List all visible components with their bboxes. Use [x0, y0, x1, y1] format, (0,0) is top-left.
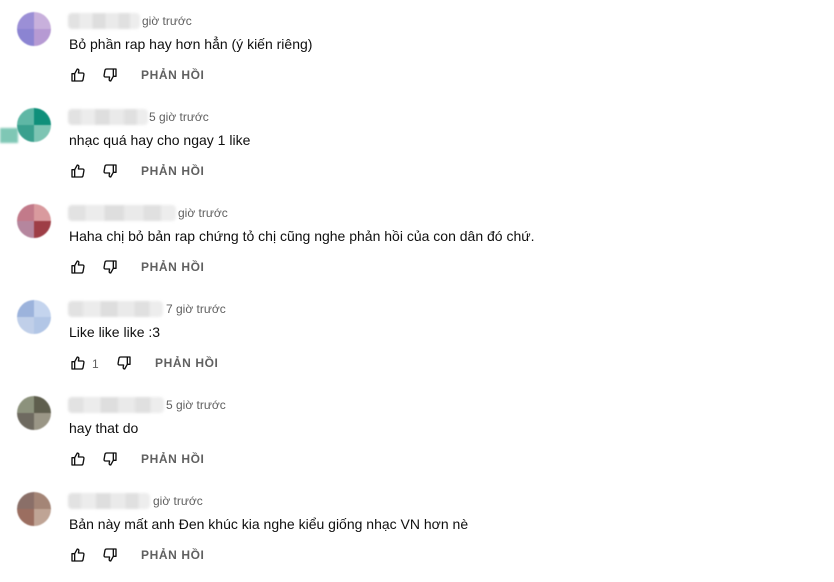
avatar-pixel — [17, 317, 34, 334]
reply-button[interactable]: PHẢN HỒI — [141, 548, 204, 562]
comment-time[interactable]: giờ trước — [178, 206, 228, 220]
comment-time[interactable]: giờ trước — [142, 14, 192, 28]
avatar-pixel — [17, 509, 34, 526]
thumbs-down-icon[interactable] — [101, 162, 119, 180]
comment-text: hay that do — [69, 420, 139, 436]
avatar[interactable] — [17, 300, 51, 334]
avatar-pixel — [34, 12, 51, 29]
avatar-pixel — [17, 221, 34, 238]
avatar-pixel — [17, 29, 34, 46]
author-name-redacted[interactable] — [68, 397, 164, 413]
avatar-pixel — [34, 125, 51, 142]
avatar-pixel — [34, 29, 51, 46]
comment-time[interactable]: giờ trước — [153, 494, 203, 508]
avatar[interactable] — [17, 12, 51, 46]
thumbs-up-icon[interactable] — [69, 450, 87, 468]
avatar[interactable] — [17, 204, 51, 238]
avatar-pixel — [34, 221, 51, 238]
avatar-pixel — [17, 108, 34, 125]
comment-item: giờ trước Bỏ phần rap hay hơn hẳn (ý kiế… — [0, 6, 834, 102]
avatar-pixel — [34, 413, 51, 430]
thumbs-up-icon[interactable] — [69, 258, 87, 276]
reply-button[interactable]: PHẢN HỒI — [141, 68, 204, 82]
comment-item: giờ trước Bản này mất anh Đen khúc kia n… — [0, 486, 834, 582]
avatar-pixel — [17, 12, 34, 29]
avatar[interactable] — [17, 396, 51, 430]
comment-text: Haha chị bỏ bản rap chứng tỏ chị cũng ng… — [69, 228, 535, 244]
thumbs-up-icon[interactable] — [69, 354, 87, 372]
comment-item: 7 giờ trước Like like like :3 1 PHẢN HỒI — [0, 294, 834, 390]
thumbs-down-icon[interactable] — [101, 66, 119, 84]
thumbs-down-icon[interactable] — [101, 546, 119, 564]
avatar-pixel — [17, 492, 34, 509]
avatar-pixel — [34, 108, 51, 125]
avatar-pixel — [34, 492, 51, 509]
comment-item: giờ trước Haha chị bỏ bản rap chứng tỏ c… — [0, 198, 834, 294]
comment-text: Bỏ phần rap hay hơn hẳn (ý kiến riêng) — [69, 36, 313, 52]
thumbs-down-icon[interactable] — [101, 258, 119, 276]
avatar-pixel — [34, 396, 51, 413]
avatar-pixel — [17, 413, 34, 430]
thumbs-up-icon[interactable] — [69, 66, 87, 84]
like-count: 1 — [92, 357, 99, 371]
reply-button[interactable]: PHẢN HỒI — [155, 356, 218, 370]
avatar-pixel — [34, 509, 51, 526]
comment-item: 5 giờ trước hay that do PHẢN HỒI — [0, 390, 834, 486]
avatar-pixel — [34, 317, 51, 334]
avatar[interactable] — [17, 108, 51, 142]
comment-text: Bản này mất anh Đen khúc kia nghe kiểu g… — [69, 516, 469, 532]
thumbs-down-icon[interactable] — [101, 450, 119, 468]
comment-text: nhạc quá hay cho ngay 1 like — [69, 132, 251, 148]
avatar[interactable] — [17, 492, 51, 526]
author-name-redacted[interactable] — [68, 205, 176, 221]
avatar-pixel — [34, 204, 51, 221]
avatar-pixel — [17, 125, 34, 142]
comment-text: Like like like :3 — [69, 324, 161, 340]
author-name-redacted[interactable] — [68, 13, 140, 29]
reply-button[interactable]: PHẢN HỒI — [141, 452, 204, 466]
author-name-redacted[interactable] — [68, 109, 148, 125]
comment-time[interactable]: 5 giờ trước — [149, 110, 209, 124]
avatar-pixel — [17, 204, 34, 221]
author-name-redacted[interactable] — [68, 301, 163, 317]
thumbs-up-icon[interactable] — [69, 162, 87, 180]
comment-time[interactable]: 7 giờ trước — [166, 302, 226, 316]
comment-item: 5 giờ trước nhạc quá hay cho ngay 1 like… — [0, 102, 834, 198]
author-name-redacted[interactable] — [68, 493, 150, 509]
avatar-pixel — [34, 300, 51, 317]
reply-button[interactable]: PHẢN HỒI — [141, 164, 204, 178]
avatar-smear — [0, 128, 18, 143]
thumbs-down-icon[interactable] — [115, 354, 133, 372]
comment-time[interactable]: 5 giờ trước — [166, 398, 226, 412]
thumbs-up-icon[interactable] — [69, 546, 87, 564]
reply-button[interactable]: PHẢN HỒI — [141, 260, 204, 274]
avatar-pixel — [17, 396, 34, 413]
avatar-pixel — [17, 300, 34, 317]
